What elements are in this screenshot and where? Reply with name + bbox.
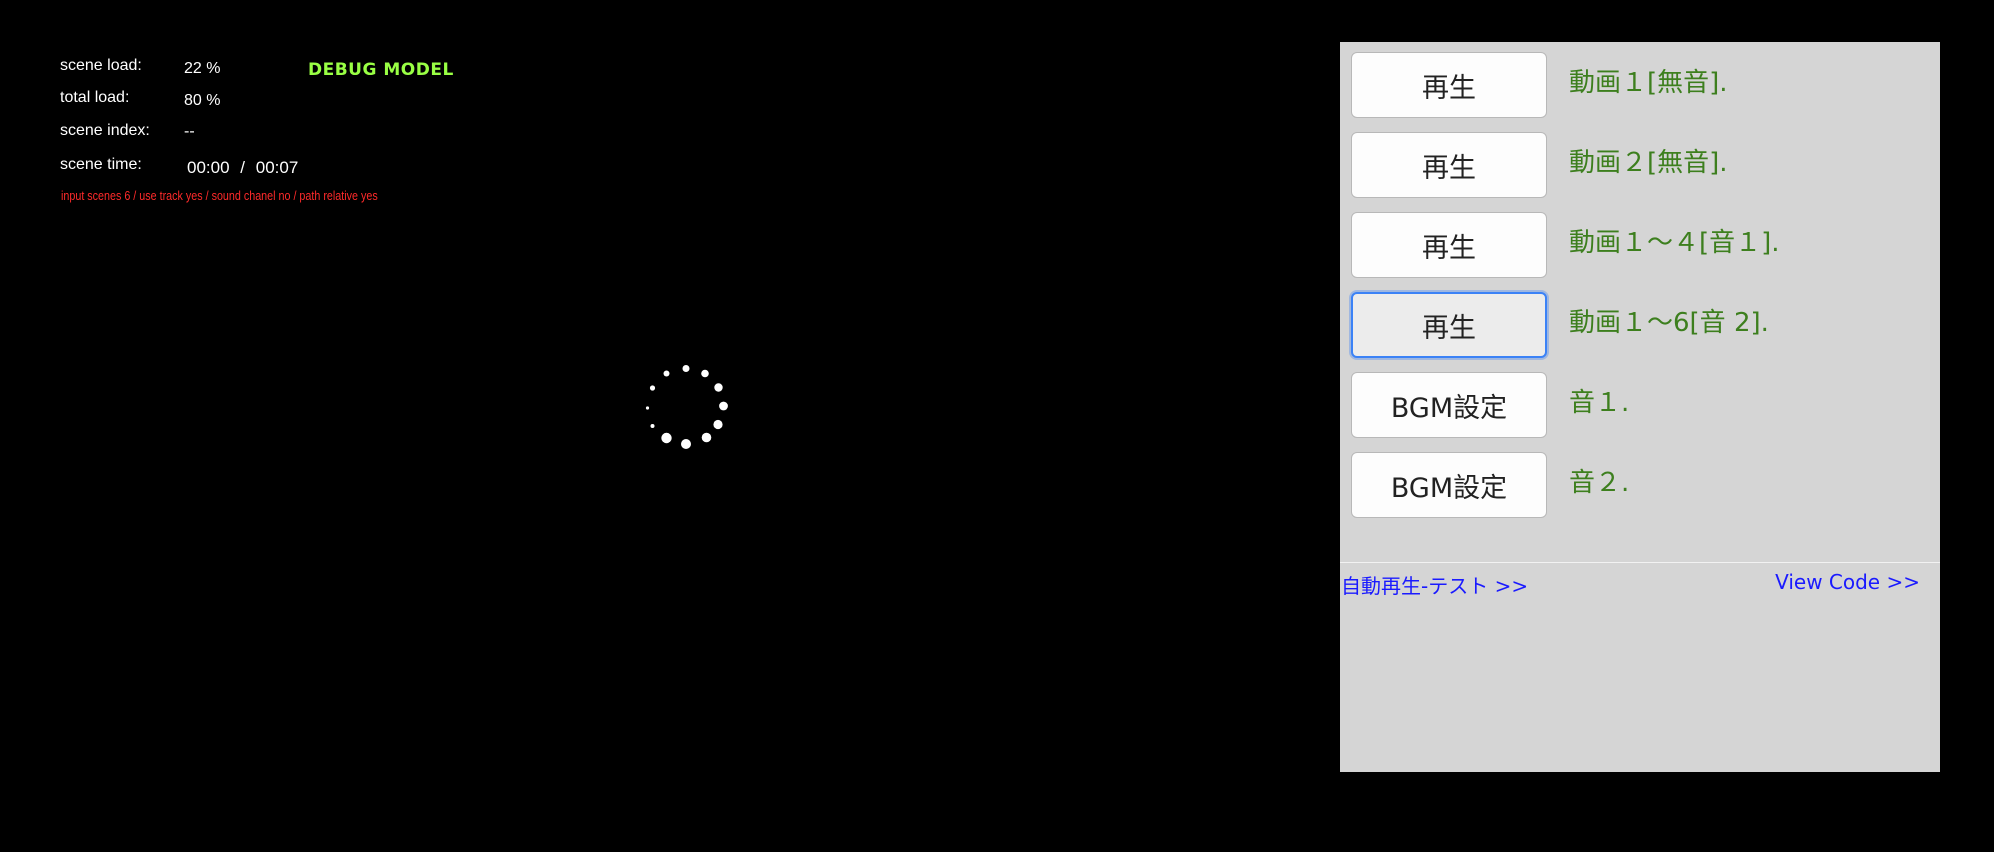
panel-divider (1340, 562, 1940, 563)
spinner-dot (650, 424, 655, 428)
loading-spinner-icon (645, 365, 728, 449)
time-total: 00:07 (255, 158, 299, 177)
scene-load-label: scene load: (60, 57, 142, 74)
control-description: 動画１[無音]. (1569, 68, 1728, 98)
control-row: 再生 動画１～6[音 2]. (1351, 292, 1931, 358)
spinner-dot (701, 369, 709, 378)
spinner-dot (663, 370, 670, 377)
control-row: BGM設定 音１. (1351, 372, 1931, 438)
time-separator: / (240, 158, 246, 177)
spinner-dot (681, 439, 691, 449)
control-row: 再生 動画２[無音]. (1351, 132, 1931, 198)
spinner-dot (661, 432, 672, 444)
control-description: 動画１～４[音１]. (1569, 228, 1780, 258)
control-row: 再生 動画１～４[音１]. (1351, 212, 1931, 278)
spinner-dot (719, 401, 728, 411)
scene-time-readout: 00:00 / 00:07 (187, 158, 298, 178)
play-button-3[interactable]: 再生 (1351, 212, 1547, 278)
control-description: 音２. (1569, 468, 1630, 498)
total-load-label: total load: (60, 89, 130, 106)
spinner-dot (645, 406, 650, 410)
scene-index-value: -- (184, 123, 195, 140)
spinner-dot (682, 365, 690, 372)
autoplay-test-link[interactable]: 自動再生-テスト >> (1341, 570, 1528, 599)
time-current: 00:00 (187, 158, 230, 177)
play-button-4[interactable]: 再生 (1351, 292, 1547, 358)
play-button-2[interactable]: 再生 (1351, 132, 1547, 198)
debug-info-line: input scenes 6 / use track yes / sound c… (61, 189, 378, 203)
spinner-dot (701, 432, 712, 443)
control-description: 音１. (1569, 388, 1630, 418)
control-description: 動画２[無音]. (1569, 148, 1728, 178)
control-row: 再生 動画１[無音]. (1351, 52, 1931, 118)
control-row: BGM設定 音２. (1351, 452, 1931, 518)
scene-load-value: 22 % (184, 60, 221, 77)
spinner-dot (714, 383, 723, 392)
view-code-link[interactable]: View Code >> (1775, 570, 1920, 594)
total-load-value: 80 % (184, 92, 221, 109)
bgm-setting-button-1[interactable]: BGM設定 (1351, 372, 1547, 438)
debug-mode-title: DEBUG MODEL (308, 60, 454, 80)
spinner-dot (649, 385, 656, 391)
scene-time-label: scene time: (60, 156, 142, 173)
bgm-setting-button-2[interactable]: BGM設定 (1351, 452, 1547, 518)
control-panel: 再生 動画１[無音]. 再生 動画２[無音]. 再生 動画１～４[音１]. 再生… (1340, 42, 1940, 772)
scene-index-label: scene index: (60, 122, 150, 139)
control-description: 動画１～6[音 2]. (1569, 308, 1769, 338)
play-button-1[interactable]: 再生 (1351, 52, 1547, 118)
app-stage: scene load: 22 % total load: 80 % scene … (0, 0, 1994, 852)
spinner-dot (713, 419, 723, 430)
